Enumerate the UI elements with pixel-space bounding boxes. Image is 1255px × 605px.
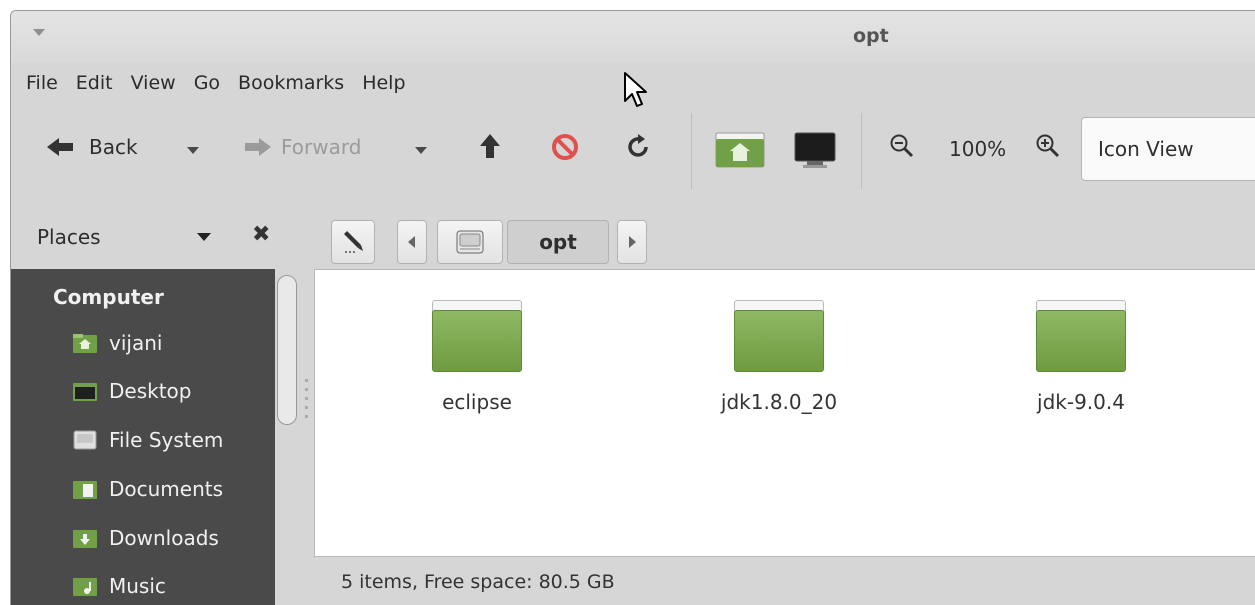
pane-resize-handle[interactable] [305, 379, 309, 431]
window-menu-arrow-icon[interactable] [33, 29, 45, 36]
drive-icon [73, 430, 97, 450]
sidebar-item-label: Music [109, 574, 166, 598]
folder-icon [432, 300, 522, 374]
chevron-right-icon [629, 236, 636, 248]
pencil-icon [344, 231, 363, 253]
sidebar-item-desktop[interactable]: Desktop [73, 371, 191, 411]
title-bar[interactable]: opt [11, 11, 1255, 63]
menu-help[interactable]: Help [362, 72, 405, 94]
breadcrumb-root[interactable] [437, 220, 503, 264]
forward-history-dropdown[interactable] [415, 147, 427, 154]
folder-item-jdk-9.0.4[interactable]: jdk-9.0.4 [981, 300, 1181, 414]
location-row: Places ✖ opt [11, 211, 1255, 267]
sidebar-item-music[interactable]: Music [73, 566, 166, 605]
sidebar-item-downloads[interactable]: Downloads [73, 518, 219, 558]
menu-bookmarks[interactable]: Bookmarks [238, 72, 344, 94]
stop-button[interactable] [551, 133, 579, 161]
sidebar-item-label: File System [109, 428, 224, 452]
breadcrumb-scroll-right-button[interactable] [617, 220, 647, 264]
chevron-down-icon [415, 147, 427, 154]
zoom-in-button[interactable] [1035, 133, 1061, 159]
chevron-left-icon [408, 236, 415, 248]
forward-arrow-icon [245, 138, 271, 156]
breadcrumb-current[interactable]: opt [507, 220, 609, 264]
drive-icon [456, 230, 484, 254]
file-manager-window: opt File Edit View Go Bookmarks Help Bac… [10, 10, 1255, 605]
zoom-level[interactable]: 100% [949, 137, 1006, 161]
reload-button[interactable] [625, 133, 653, 161]
places-dropdown-icon[interactable] [197, 233, 211, 241]
sidebar-item-label: vijani [109, 331, 163, 355]
forward-button[interactable]: Forward [243, 135, 361, 159]
home-button[interactable] [715, 129, 765, 169]
sidebar-item-vijani[interactable]: vijani [73, 323, 162, 363]
file-view[interactable]: eclipse jdk1.8.0_20 jdk-9.0.4 [314, 269, 1255, 557]
back-arrow-icon [47, 138, 73, 156]
folder-item-eclipse[interactable]: eclipse [377, 300, 577, 414]
toolbar: Back Forward 100% Icon View [11, 111, 1255, 193]
toolbar-separator [861, 113, 862, 189]
sidebar-item-label: Desktop [109, 379, 192, 403]
sidebar-item-label: Downloads [109, 526, 219, 550]
close-sidebar-icon[interactable]: ✖ [252, 222, 270, 247]
zoom-out-icon [890, 134, 914, 158]
folder-icon [1036, 300, 1126, 374]
toolbar-separator [691, 113, 692, 189]
stop-icon [552, 134, 578, 160]
zoom-out-button[interactable] [889, 133, 915, 159]
folder-label: eclipse [442, 390, 512, 414]
menu-edit[interactable]: Edit [76, 72, 113, 94]
back-history-dropdown[interactable] [187, 147, 199, 154]
zoom-in-icon [1036, 134, 1060, 158]
places-sidebar: Computer vijani Desktop File System Docu… [11, 269, 275, 605]
breadcrumb-scroll-left-button[interactable] [397, 220, 427, 264]
desktop-icon [73, 383, 97, 401]
folder-label: jdk1.8.0_20 [720, 390, 838, 414]
back-button[interactable]: Back [47, 135, 138, 159]
folder-icon [734, 300, 824, 374]
view-mode-selector[interactable]: Icon View [1081, 117, 1255, 181]
folder-item-jdk1.8.0_20[interactable]: jdk1.8.0_20 [679, 300, 879, 414]
documents-folder-icon [73, 481, 97, 499]
sidebar-item-documents[interactable]: Documents [73, 469, 223, 509]
window-title: opt [853, 25, 889, 47]
home-folder-icon [715, 132, 765, 168]
up-arrow-icon [480, 134, 500, 158]
sidebar-scrollbar-thumb[interactable] [277, 275, 297, 425]
computer-button[interactable] [793, 131, 837, 169]
menu-file[interactable]: File [26, 72, 58, 94]
folder-label: jdk-9.0.4 [1037, 390, 1125, 414]
music-folder-icon [73, 578, 97, 596]
back-label: Back [89, 135, 138, 159]
sidebar-heading-computer: Computer [53, 285, 164, 309]
status-bar-text: 5 items, Free space: 80.5 GB [341, 571, 615, 593]
reload-icon [628, 134, 648, 157]
monitor-icon [794, 132, 836, 168]
sidebar-item-file-system[interactable]: File System [73, 420, 223, 460]
menu-go[interactable]: Go [194, 72, 220, 94]
places-label[interactable]: Places [37, 225, 101, 249]
toggle-location-entry-button[interactable] [331, 220, 375, 264]
menu-view[interactable]: View [131, 72, 176, 94]
mouse-cursor-icon [624, 72, 647, 107]
chevron-down-icon [187, 147, 199, 154]
forward-label: Forward [281, 135, 362, 159]
downloads-folder-icon [73, 530, 97, 548]
up-button[interactable] [479, 133, 501, 159]
home-folder-icon [73, 334, 97, 353]
sidebar-item-label: Documents [109, 477, 224, 501]
